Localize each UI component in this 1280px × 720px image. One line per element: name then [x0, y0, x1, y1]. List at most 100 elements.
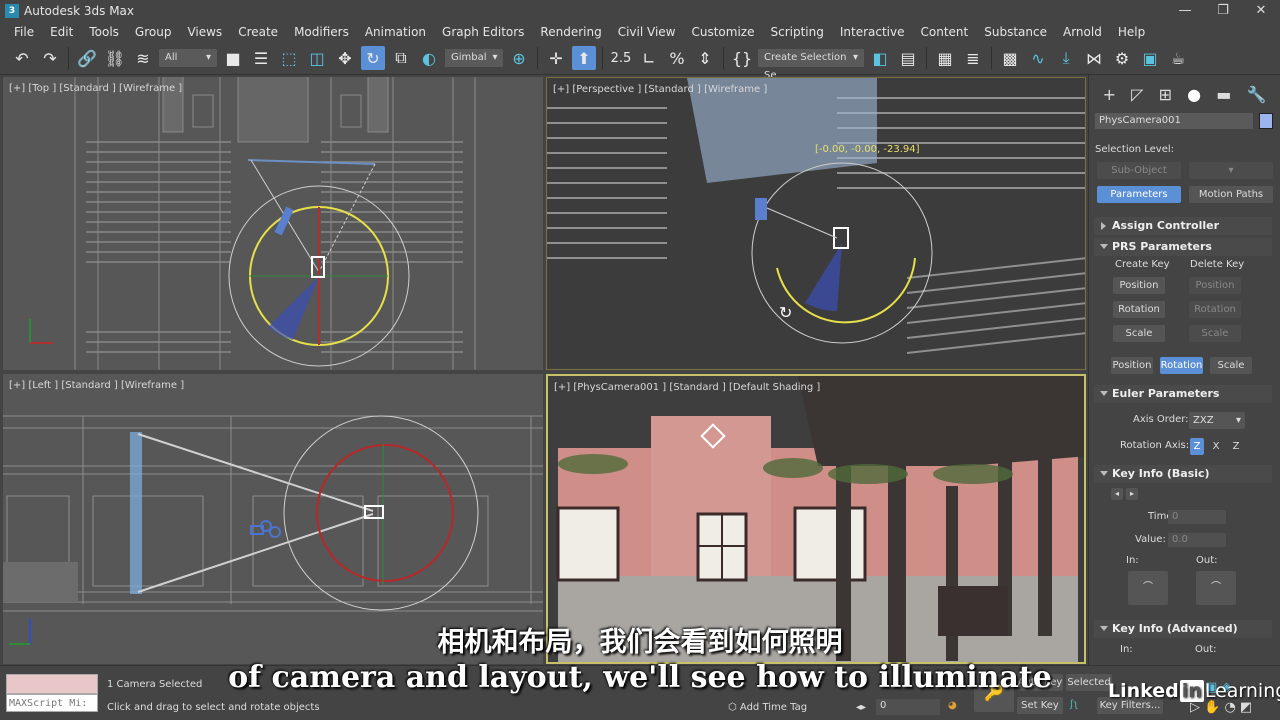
pivot-center-icon[interactable]: ⊕: [507, 46, 531, 70]
prev-key-button[interactable]: ◂: [1111, 488, 1123, 500]
window-crossing-icon[interactable]: ◫: [305, 46, 329, 70]
viewport-top[interactable]: [+] [Top ] [Standard ] [Wireframe ]: [3, 77, 543, 370]
pan-orbit-icon[interactable]: ▷ ✋ ◔ ◩: [1190, 700, 1252, 715]
hierarchy-tab-icon[interactable]: ⊞: [1159, 85, 1172, 104]
placement-icon[interactable]: ◐: [417, 46, 441, 70]
out-tangent-button[interactable]: ⌒: [1196, 571, 1236, 605]
euler-parameters-rollout[interactable]: Euler Parameters: [1094, 385, 1272, 403]
add-time-tag[interactable]: ⬡ Add Time Tag: [728, 702, 807, 713]
utilities-tab-icon[interactable]: 🔧: [1246, 85, 1266, 104]
scale-icon[interactable]: ⧉: [389, 46, 413, 70]
ribbon-icon[interactable]: ▩: [998, 46, 1022, 70]
frame-nav-icon[interactable]: ◂▸: [856, 702, 866, 713]
rect-selection-icon[interactable]: ⬚: [277, 46, 301, 70]
time-config-icon[interactable]: ◕: [948, 700, 957, 711]
dope-sheet-icon[interactable]: ⤓: [1054, 46, 1078, 70]
menu-rendering[interactable]: Rendering: [540, 25, 601, 39]
percent-snap-icon[interactable]: %: [665, 46, 689, 70]
named-selection-dropdown[interactable]: Create Selection Se ▾: [758, 49, 864, 81]
motion-paths-button[interactable]: Motion Paths: [1189, 186, 1273, 203]
viewport-camera-label[interactable]: [+] [PhysCamera001 ] [Standard ] [Defaul…: [554, 382, 820, 393]
schematic-view-icon[interactable]: ⋈: [1082, 46, 1106, 70]
angle-snap-icon[interactable]: ∟: [637, 46, 661, 70]
keyboard-shortcut-override-icon[interactable]: ⬆: [572, 46, 596, 70]
motion-tab-icon[interactable]: ●: [1187, 85, 1201, 104]
display-tab-icon[interactable]: ▬: [1216, 85, 1231, 104]
create-rotation-key-button[interactable]: Rotation: [1113, 301, 1165, 318]
viewport-perspective[interactable]: [+] [Perspective ] [Standard ] [Wirefram…: [546, 77, 1086, 370]
select-object-icon[interactable]: ■: [221, 46, 245, 70]
layer-explorer-icon[interactable]: ≣: [961, 46, 985, 70]
menu-customize[interactable]: Customize: [691, 25, 754, 39]
default-tangent-icon[interactable]: ʃʅ: [1070, 699, 1078, 710]
mode-scale-button[interactable]: Scale: [1210, 357, 1252, 374]
key-info-basic-rollout[interactable]: Key Info (Basic): [1094, 465, 1272, 483]
delete-position-key-button[interactable]: Position: [1189, 277, 1241, 294]
snaps-toggle-icon[interactable]: 2.5: [609, 46, 633, 70]
menu-graph-editors[interactable]: Graph Editors: [442, 25, 524, 39]
menu-scripting[interactable]: Scripting: [770, 25, 823, 39]
mode-rotation-button[interactable]: Rotation: [1160, 357, 1203, 374]
menu-modifiers[interactable]: Modifiers: [294, 25, 349, 39]
rotation-axis-z2[interactable]: Z: [1229, 438, 1243, 455]
rotate-icon[interactable]: ↻: [361, 46, 385, 70]
menu-create[interactable]: Create: [238, 25, 278, 39]
menu-arnold[interactable]: Arnold: [1063, 25, 1102, 39]
restore-button[interactable]: ❐: [1204, 0, 1242, 22]
create-position-key-button[interactable]: Position: [1113, 277, 1165, 294]
spinner-snap-icon[interactable]: ⇕: [693, 46, 717, 70]
prs-parameters-rollout[interactable]: PRS Parameters: [1094, 238, 1272, 256]
selection-filter-dropdown[interactable]: All ▾: [159, 49, 217, 67]
viewport-left-label[interactable]: [+] [Left ] [Standard ] [Wireframe ]: [9, 380, 184, 391]
curve-editor-icon[interactable]: ∿: [1026, 46, 1050, 70]
unlink-icon[interactable]: ⛓: [103, 46, 127, 70]
link-icon[interactable]: 🔗: [75, 46, 99, 70]
menu-edit[interactable]: Edit: [50, 25, 73, 39]
delete-rotation-key-button[interactable]: Rotation: [1189, 301, 1241, 318]
current-frame-field[interactable]: 0: [876, 699, 940, 715]
next-key-button[interactable]: ▸: [1126, 488, 1138, 500]
maxscript-input[interactable]: MAXScript Mi:: [6, 694, 98, 712]
rotation-axis-x[interactable]: X: [1209, 438, 1223, 455]
menu-group[interactable]: Group: [135, 25, 172, 39]
time-field[interactable]: 0: [1168, 510, 1226, 524]
assign-controller-rollout[interactable]: Assign Controller: [1094, 217, 1272, 235]
edit-named-selection-icon[interactable]: {}: [730, 46, 754, 70]
render-production-icon[interactable]: ☕: [1166, 46, 1190, 70]
menu-animation[interactable]: Animation: [365, 25, 426, 39]
render-setup-icon[interactable]: ⚙: [1110, 46, 1134, 70]
sub-object-dropdown[interactable]: ▾: [1189, 162, 1273, 179]
create-scale-key-button[interactable]: Scale: [1113, 325, 1165, 342]
sub-object-button[interactable]: Sub-Object: [1097, 162, 1181, 179]
mode-position-button[interactable]: Position: [1111, 357, 1153, 374]
value-field[interactable]: 0.0: [1168, 533, 1226, 547]
menu-tools[interactable]: Tools: [89, 25, 119, 39]
parameters-button[interactable]: Parameters: [1097, 186, 1181, 203]
bind-spacewarp-icon[interactable]: ≋: [131, 46, 155, 70]
viewport-perspective-label[interactable]: [+] [Perspective ] [Standard ] [Wirefram…: [553, 84, 767, 95]
select-by-name-icon[interactable]: ☰: [249, 46, 273, 70]
select-manipulate-icon[interactable]: ✛: [544, 46, 568, 70]
close-button[interactable]: ✕: [1242, 0, 1280, 22]
menu-civil-view[interactable]: Civil View: [618, 25, 676, 39]
modify-tab-icon[interactable]: ◸: [1131, 85, 1143, 104]
mirror-icon[interactable]: ◧: [868, 46, 892, 70]
menu-file[interactable]: File: [14, 25, 34, 39]
menu-interactive[interactable]: Interactive: [840, 25, 905, 39]
align-icon[interactable]: ▤: [896, 46, 920, 70]
menu-content[interactable]: Content: [921, 25, 969, 39]
menu-help[interactable]: Help: [1118, 25, 1145, 39]
redo-icon[interactable]: ↷: [38, 46, 62, 70]
set-key-button[interactable]: Set Key: [1017, 697, 1063, 714]
axis-order-dropdown[interactable]: ZXZ ▾: [1189, 412, 1245, 429]
reference-coord-dropdown[interactable]: Gimbal ▾: [445, 49, 503, 67]
rotation-axis-z1[interactable]: Z: [1190, 438, 1204, 455]
viewport-top-label[interactable]: [+] [Top ] [Standard ] [Wireframe ]: [9, 83, 182, 94]
in-tangent-button[interactable]: ⌒: [1128, 571, 1168, 605]
object-color-swatch[interactable]: [1259, 113, 1273, 129]
object-name-field[interactable]: PhysCamera001: [1095, 113, 1253, 129]
scene-explorer-icon[interactable]: ▦: [933, 46, 957, 70]
delete-scale-key-button[interactable]: Scale: [1189, 325, 1241, 342]
rendered-frame-window-icon[interactable]: ▣: [1138, 46, 1162, 70]
menu-substance[interactable]: Substance: [984, 25, 1047, 39]
